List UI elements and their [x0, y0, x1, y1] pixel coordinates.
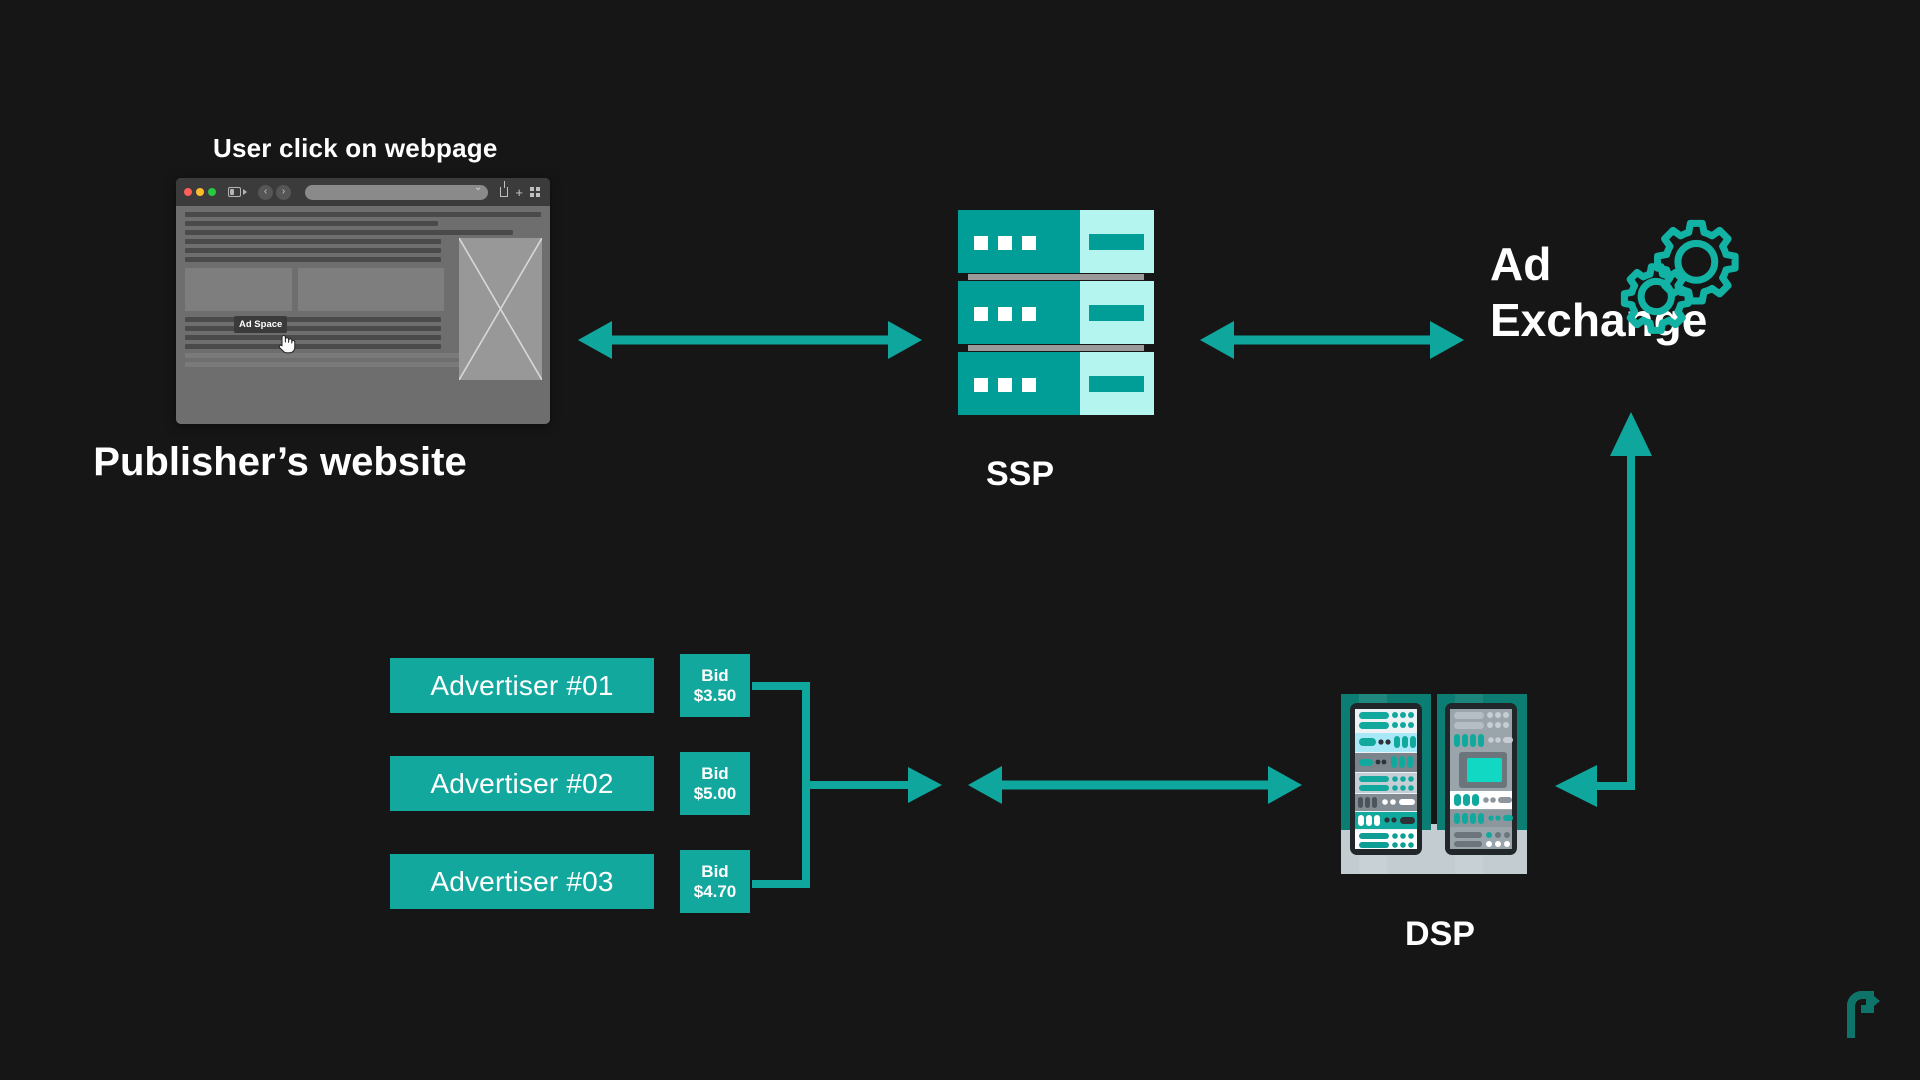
content-line [185, 335, 442, 340]
content-line [185, 248, 442, 253]
connector-publisher-ssp [578, 321, 922, 359]
tab-overview-icon[interactable] [530, 187, 540, 197]
publisher-label: Publisher’s website [93, 440, 467, 484]
connector-ssp-adexchange [1200, 321, 1464, 359]
brand-logo-icon [1847, 991, 1880, 1038]
minimize-window-button[interactable] [196, 188, 204, 196]
ad-exchange-node: Ad Exchange [1490, 219, 1860, 400]
bid-value: $3.50 [693, 685, 737, 705]
back-button[interactable]: ‹ [258, 184, 273, 200]
share-icon[interactable] [500, 181, 509, 197]
dsp-server-icon [1337, 686, 1531, 880]
dsp-label: DSP [1405, 915, 1475, 953]
ssp-server-icon [958, 210, 1154, 415]
bid-value: $5.00 [693, 783, 737, 803]
advertiser-box[interactable]: Advertiser #01 [390, 658, 654, 713]
bid-label: Bid [701, 666, 729, 686]
server-unit [958, 281, 1154, 344]
ad-slot-cross-icon [459, 238, 542, 380]
ad-slot[interactable] [459, 238, 542, 380]
content-block [185, 268, 292, 311]
advertiser-name: Advertiser #02 [430, 767, 614, 799]
bid-value: $4.70 [693, 881, 737, 901]
content-line [185, 257, 442, 262]
sidebar-icon[interactable] [228, 187, 241, 197]
chevron-down-icon[interactable] [243, 189, 247, 195]
content-line [185, 326, 442, 331]
bid-label: Bid [701, 764, 729, 784]
pointer-hand-cursor-icon [278, 335, 296, 354]
traffic-light-buttons[interactable] [184, 188, 216, 196]
gears-icon [1620, 219, 1739, 334]
bid-box[interactable]: Bid $5.00 [680, 752, 750, 815]
content-line [185, 239, 442, 244]
new-tab-icon[interactable]: + [515, 186, 523, 199]
content-block [297, 268, 444, 311]
bid-box[interactable]: Bid $4.70 [680, 850, 750, 913]
close-window-button[interactable] [184, 188, 192, 196]
forward-button[interactable]: › [276, 184, 291, 200]
bid-label: Bid [701, 862, 729, 882]
diagram-canvas: User click on webpage ‹ › + [0, 0, 1920, 1080]
content-line [185, 212, 541, 217]
advertiser-box[interactable]: Advertiser #03 [390, 854, 654, 909]
bid-box[interactable]: Bid $3.50 [680, 654, 750, 717]
advertiser-box[interactable]: Advertiser #02 [390, 756, 654, 811]
content-line [185, 230, 513, 235]
server-unit [958, 210, 1154, 273]
connector-bids-dsp [968, 766, 1302, 804]
connector-bids-bracket [752, 682, 942, 888]
webpage-content: Ad Space [176, 206, 550, 424]
address-bar[interactable] [305, 182, 489, 200]
publisher-browser-window: ‹ › + [176, 178, 550, 424]
advertiser-name: Advertiser #01 [430, 669, 614, 701]
ssp-label: SSP [985, 455, 1055, 493]
page-title: User click on webpage [213, 133, 498, 163]
zoom-window-button[interactable] [208, 188, 216, 196]
content-line [185, 317, 442, 322]
content-line [185, 344, 442, 349]
browser-toolbar: ‹ › + [176, 178, 550, 206]
ad-space-tooltip: Ad Space [234, 316, 288, 333]
advertiser-name: Advertiser #03 [430, 865, 614, 897]
server-rack-illustration [1337, 686, 1531, 880]
connector-dsp-adexchange [1555, 412, 1652, 807]
server-unit [958, 352, 1154, 415]
content-line [185, 221, 438, 226]
